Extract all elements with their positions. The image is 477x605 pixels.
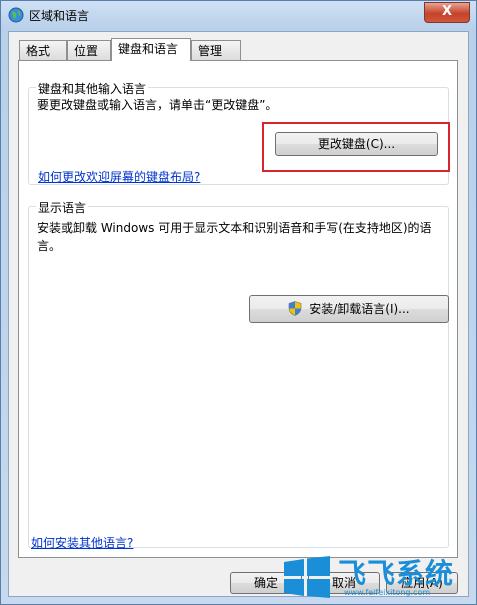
keyboard-group: 键盘和其他输入语言 要更改键盘或输入语言，请单击“更改键盘”。 更改键盘(C).… (28, 80, 450, 185)
dialog-window: 区域和语言 X 格式 位置 键盘和语言 管理 键盘和其他输入语言 要更改键盘或输… (0, 0, 477, 605)
close-button[interactable]: X (424, 2, 470, 23)
tab-formats[interactable]: 格式 (19, 40, 67, 60)
watermark: 飞飞系统 www.feifeixitong.com (282, 552, 472, 602)
keyboard-group-title: 键盘和其他输入语言 (36, 80, 149, 97)
welcome-layout-link[interactable]: 如何更改欢迎屏幕的键盘布局? (38, 168, 200, 185)
install-languages-link[interactable]: 如何安装其他语言? (31, 534, 133, 551)
dialog-client-area: 格式 位置 键盘和语言 管理 键盘和其他输入语言 要更改键盘或输入语言，请单击“… (8, 31, 469, 597)
windows-logo-icon (284, 556, 330, 598)
watermark-url: www.feifeixitong.com (344, 588, 431, 597)
tab-keyboards-languages[interactable]: 键盘和语言 (111, 38, 191, 61)
keyboard-description: 要更改键盘或输入语言，请单击“更改键盘”。 (37, 98, 278, 112)
window-title: 区域和语言 (29, 9, 90, 23)
title-bar[interactable]: 区域和语言 X (1, 1, 476, 29)
globe-icon (8, 7, 24, 23)
shield-icon (289, 301, 302, 316)
display-description: 安装或卸载 Windows 可用于显示文本和识别语音和手写(在支持地区)的语言。 (37, 221, 432, 253)
change-keyboard-button[interactable]: 更改键盘(C)... (275, 132, 438, 156)
display-language-group: 显示语言 安装或卸载 Windows 可用于显示文本和识别语音和手写(在支持地区… (28, 199, 449, 548)
close-icon: X (441, 4, 453, 19)
display-group-title: 显示语言 (36, 199, 89, 216)
install-language-button[interactable]: 安装/卸载语言(I)... (249, 295, 449, 323)
tab-location[interactable]: 位置 (67, 40, 111, 60)
tab-administrative[interactable]: 管理 (191, 40, 241, 60)
watermark-text: 飞飞系统 (338, 557, 455, 590)
tab-panel: 键盘和其他输入语言 要更改键盘或输入语言，请单击“更改键盘”。 更改键盘(C).… (18, 60, 458, 558)
